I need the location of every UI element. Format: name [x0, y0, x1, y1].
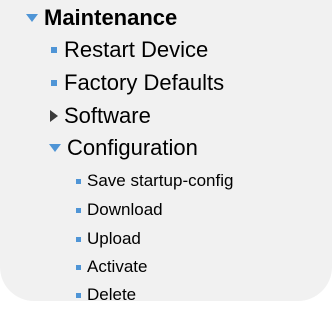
triangle-down-icon — [49, 144, 61, 152]
menu-maintenance[interactable]: Maintenance — [26, 4, 177, 32]
square-bullet-icon — [76, 207, 81, 213]
menu-subitem-download[interactable]: Download — [76, 199, 163, 221]
menu-subitem-label: Upload — [87, 229, 141, 248]
square-bullet-icon — [51, 47, 57, 53]
menu-item-label: Configuration — [67, 135, 198, 160]
menu-subitem-delete[interactable]: Delete — [76, 284, 136, 306]
menu-subitem-label: Activate — [87, 257, 148, 276]
menu-subitem-save-startup-config[interactable]: Save startup-config — [76, 170, 233, 192]
square-bullet-icon — [51, 80, 57, 86]
menu-item-restart-device[interactable]: Restart Device — [51, 37, 208, 63]
square-bullet-icon — [76, 178, 81, 184]
square-bullet-icon — [76, 292, 81, 298]
triangle-right-icon — [50, 110, 58, 122]
menu-item-label: Factory Defaults — [64, 70, 225, 95]
menu-maintenance-label: Maintenance — [44, 5, 178, 30]
menu-item-factory-defaults[interactable]: Factory Defaults — [51, 70, 224, 96]
menu-subitem-upload[interactable]: Upload — [76, 228, 141, 250]
menu-item-label: Restart Device — [64, 37, 209, 62]
maintenance-menu-panel: Maintenance Restart Device Factory Defau… — [0, 0, 332, 304]
menu-item-software[interactable]: Software — [50, 103, 151, 129]
square-bullet-icon — [76, 264, 81, 270]
triangle-down-icon — [26, 14, 38, 22]
square-bullet-icon — [76, 236, 81, 242]
menu-subitem-activate[interactable]: Activate — [76, 256, 147, 278]
menu-subitem-label: Delete — [87, 285, 137, 304]
menu-subitem-label: Download — [87, 200, 163, 219]
menu-subitem-label: Save startup-config — [87, 171, 234, 190]
menu-item-label: Software — [64, 103, 151, 128]
menu-item-configuration[interactable]: Configuration — [49, 135, 198, 161]
